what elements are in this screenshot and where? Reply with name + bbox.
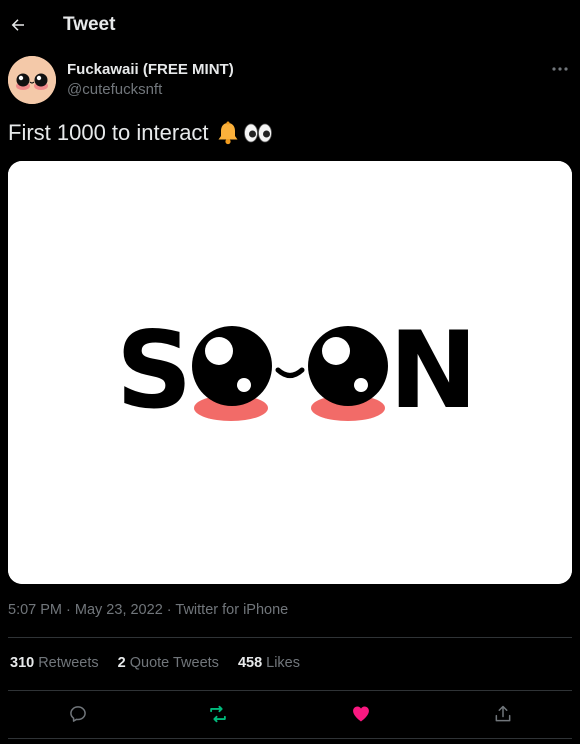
arrow-left-icon <box>11 19 24 31</box>
tweet-date[interactable]: May 23, 2022 <box>75 602 163 618</box>
tweet-meta: 5:07 PM · May 23, 2022 · Twitter for iPh… <box>8 602 288 618</box>
tweet-source[interactable]: Twitter for iPhone <box>175 602 288 618</box>
more-options-button[interactable] <box>550 62 570 74</box>
media-wordmark-s: S <box>116 309 192 432</box>
tweet-author: Fuckawaii (FREE MINT) @cutefucksnft <box>8 56 572 106</box>
reply-button[interactable] <box>66 702 90 726</box>
share-button[interactable] <box>491 702 515 726</box>
likes-stat[interactable]: 458 Likes <box>238 655 300 671</box>
eyes-emoji-icon <box>243 123 272 143</box>
page-title: Tweet <box>63 14 116 35</box>
meta-separator: · <box>62 602 75 618</box>
share-icon <box>495 705 511 722</box>
quote-tweets-count: 2 <box>117 655 126 671</box>
tweet-actions <box>8 692 572 736</box>
quote-tweets-label: Quote Tweets <box>129 655 219 671</box>
heart-icon <box>353 706 369 722</box>
retweets-stat[interactable]: 310 Retweets <box>10 655 99 671</box>
tweet-stats: 310 Retweets 2 Quote Tweets 458 Likes <box>10 655 300 671</box>
retweet-icon <box>210 705 226 723</box>
more-horizontal-icon <box>552 67 568 71</box>
tweet-body: First 1000 to interact <box>8 120 209 145</box>
quote-tweets-stat[interactable]: 2 Quote Tweets <box>118 655 219 671</box>
tweet-text: First 1000 to interact <box>8 120 273 146</box>
media-wordmark-n: N <box>389 309 478 432</box>
retweets-label: Retweets <box>38 655 99 671</box>
bell-emoji-icon <box>218 121 238 145</box>
retweets-count: 310 <box>10 655 35 671</box>
kawaii-face-avatar-icon <box>8 56 56 104</box>
divider <box>8 637 572 638</box>
avatar[interactable] <box>8 56 56 104</box>
back-button[interactable] <box>8 10 28 40</box>
meta-separator: · <box>162 602 176 618</box>
likes-label: Likes <box>266 655 300 671</box>
retweet-button[interactable] <box>206 702 230 726</box>
divider <box>8 738 572 739</box>
like-button[interactable] <box>349 702 373 726</box>
top-bar: Tweet <box>0 0 580 50</box>
tweet-time[interactable]: 5:07 PM <box>8 602 62 618</box>
soon-kawaii-eyes-image: S N <box>8 161 572 584</box>
author-display-name[interactable]: Fuckawaii (FREE MINT) <box>67 61 234 78</box>
tweet-media-image[interactable]: S N <box>8 161 572 584</box>
divider <box>8 690 572 691</box>
reply-icon <box>70 706 86 722</box>
author-handle[interactable]: @cutefucksnft <box>67 81 162 98</box>
likes-count: 458 <box>237 655 263 671</box>
